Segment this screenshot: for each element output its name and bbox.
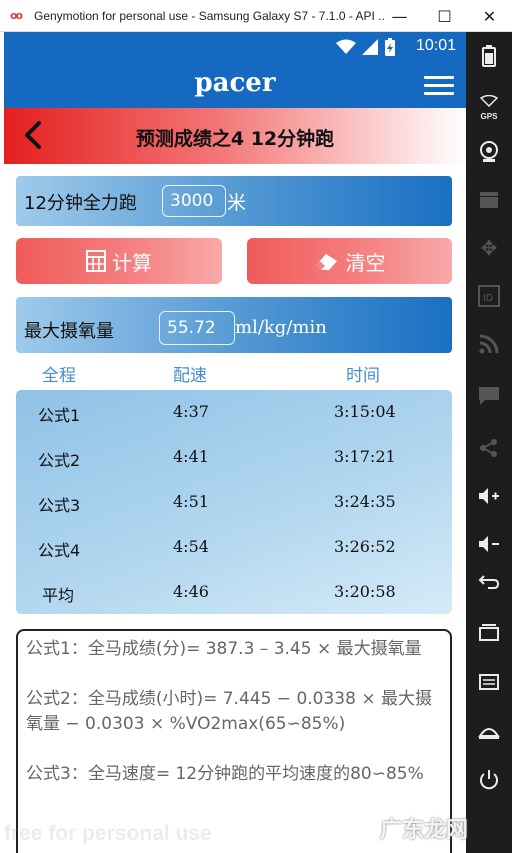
row-name: 公式1: [38, 406, 81, 425]
vo2max-unit: ml/kg/min: [235, 317, 327, 338]
table-row: 平均 4:46 3:20:58: [16, 570, 452, 615]
webcam-widget-icon[interactable]: [466, 132, 512, 172]
vo2max-row: 最大摄氧量 55.72 ml/kg/min: [16, 297, 452, 353]
gps-widget-icon[interactable]: GPS: [466, 84, 512, 124]
page-title: 预测成绩之4 12分钟跑: [135, 128, 335, 150]
volume-up-icon[interactable]: [466, 476, 512, 516]
menu-nav-icon[interactable]: [466, 662, 512, 702]
formula-2: 公式2：全马成绩(小时)= 7.445 − 0.0338 × 最大摄氧量 − 0…: [26, 689, 432, 734]
clapper-icon[interactable]: [466, 180, 512, 220]
genymotion-logo-icon: oo: [10, 9, 23, 22]
row-time: 3:26:52: [334, 537, 396, 556]
row-name: 公式2: [38, 451, 81, 470]
emulator-side-panel: GPS ✥ ID: [466, 32, 512, 853]
message-icon[interactable]: [466, 376, 512, 416]
row-time: 3:15:04: [334, 402, 396, 421]
menu-icon[interactable]: [424, 76, 454, 96]
vo2max-value[interactable]: 55.72: [159, 311, 235, 345]
vo2max-label: 最大摄氧量: [24, 321, 114, 342]
table-row: 公式1 4:37 3:15:04: [16, 390, 452, 435]
battery-widget-icon[interactable]: [466, 36, 512, 76]
row-name: 公式3: [38, 496, 81, 515]
clear-label: 清空: [345, 250, 386, 275]
column-header-distance: 全程: [42, 366, 76, 386]
column-header-time: 时间: [346, 366, 380, 386]
move-icon[interactable]: ✥: [466, 228, 512, 268]
app-bar: pacer: [4, 62, 466, 108]
row-pace: 4:51: [173, 492, 209, 511]
column-header-pace: 配速: [173, 366, 207, 386]
run-distance-unit: 米: [227, 192, 247, 214]
close-window-button[interactable]: ✕: [467, 0, 512, 32]
formula-3: 公式3：全马速度= 12分钟跑的平均速度的80∽85%: [26, 764, 424, 784]
volume-down-icon[interactable]: [466, 524, 512, 564]
row-name: 公式4: [38, 541, 81, 560]
page-header: 预测成绩之4 12分钟跑: [4, 108, 466, 164]
run-distance-label: 12分钟全力跑: [24, 193, 137, 214]
run-distance-row: 12分钟全力跑 3000 米: [16, 176, 452, 226]
formula-1: 公式1：全马成绩(分)= 387.3 – 3.45 × 最大摄氧量: [26, 639, 422, 659]
row-pace: 4:46: [173, 582, 209, 601]
signal-icon: [362, 39, 378, 55]
table-row: 公式3 4:51 3:24:35: [16, 480, 452, 525]
maximize-button[interactable]: ☐: [422, 0, 467, 32]
home-nav-icon[interactable]: [466, 712, 512, 752]
table-row: 公式4 4:54 3:26:52: [16, 525, 452, 570]
status-bar: 10:01: [4, 32, 466, 62]
row-pace: 4:37: [173, 402, 209, 421]
recent-apps-icon[interactable]: [466, 612, 512, 652]
status-icons: [336, 38, 396, 56]
app-title: pacer: [194, 68, 276, 98]
power-icon[interactable]: [466, 760, 512, 800]
row-pace: 4:41: [173, 447, 209, 466]
calculate-label: 计算: [112, 250, 152, 275]
phone-screen: 10:01 pacer 预测成绩之4 12分钟跑 12分钟全力跑 3000 米 …: [4, 32, 466, 853]
gps-label: GPS: [480, 111, 498, 121]
wifi-icon: [336, 39, 356, 54]
watermark-site: 广东龙网: [380, 818, 469, 843]
rss-icon[interactable]: [466, 324, 512, 364]
status-time: 10:01: [415, 37, 456, 54]
row-time: 3:20:58: [334, 582, 396, 601]
window-title-bar: oo Genymotion for personal use - Samsung…: [0, 0, 512, 32]
row-time: 3:17:21: [334, 447, 396, 466]
table-row: 公式2 4:41 3:17:21: [16, 435, 452, 480]
row-pace: 4:54: [173, 537, 209, 556]
svg-text:ID: ID: [483, 293, 493, 304]
clear-button[interactable]: 清空: [247, 238, 452, 284]
share-icon[interactable]: [466, 428, 512, 468]
watermark-personal-use: free for personal use: [4, 822, 212, 845]
back-nav-icon[interactable]: [466, 562, 512, 602]
calculate-button[interactable]: 计算: [16, 238, 222, 284]
minimize-button[interactable]: —: [377, 0, 422, 32]
row-name: 平均: [42, 586, 75, 605]
id-icon[interactable]: ID: [466, 276, 512, 316]
calculator-icon: [86, 250, 106, 272]
row-time: 3:24:35: [334, 492, 396, 511]
run-distance-input[interactable]: 3000: [162, 185, 226, 217]
window-title: Genymotion for personal use - Samsung Ga…: [34, 8, 384, 23]
eraser-icon: [315, 254, 337, 270]
battery-icon: [385, 38, 395, 56]
results-table: 公式1 4:37 3:15:04 公式2 4:41 3:17:21 公式3 4:…: [16, 390, 452, 614]
